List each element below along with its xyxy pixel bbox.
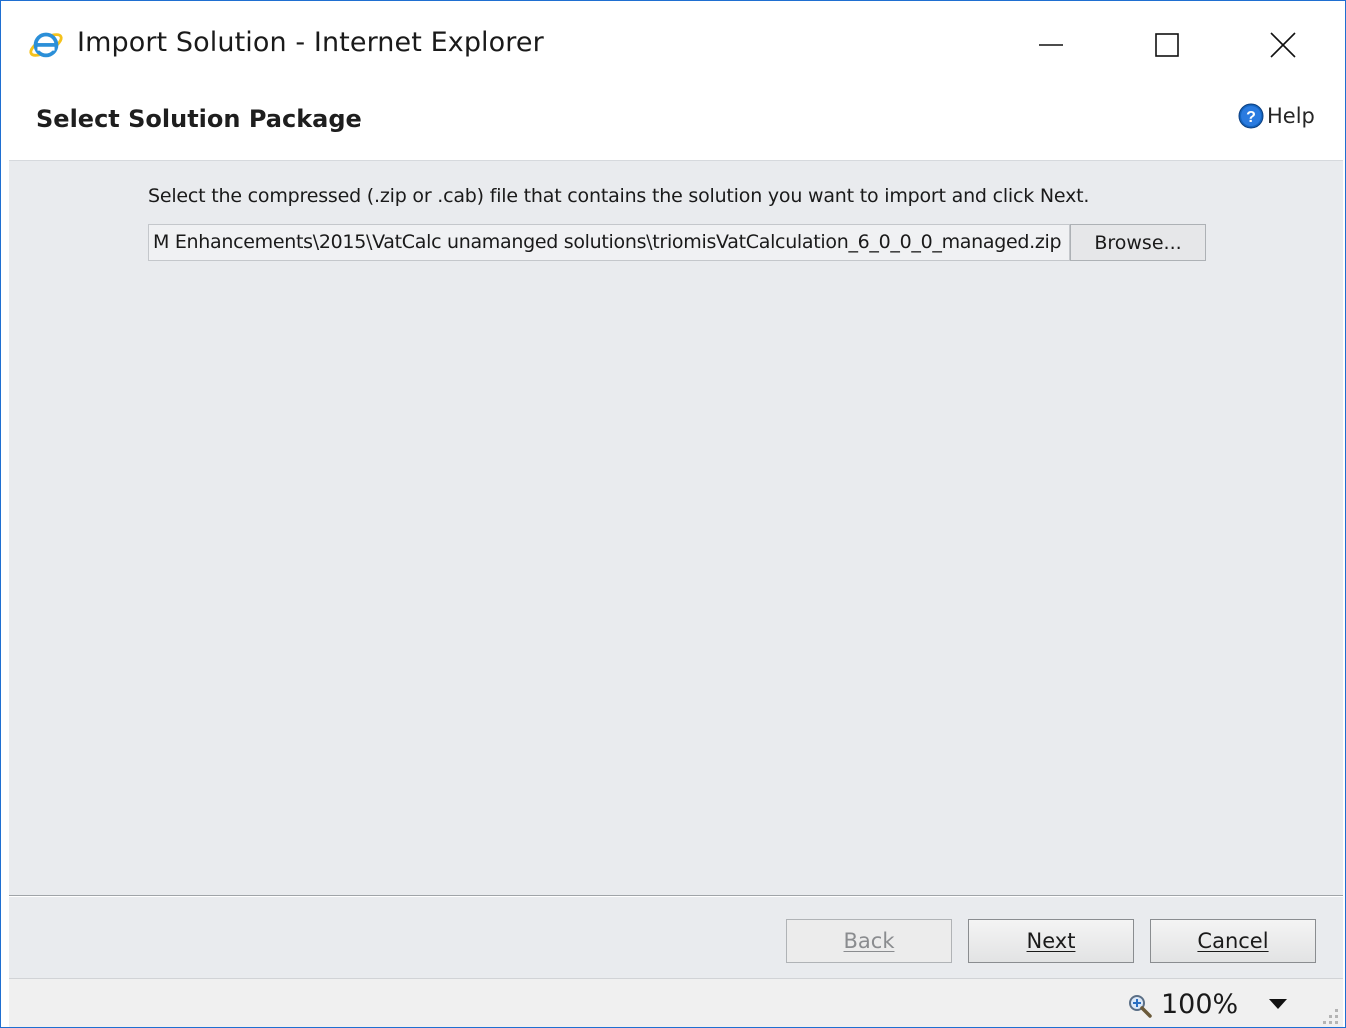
- window-title: Import Solution - Internet Explorer: [77, 27, 544, 58]
- zoom-icon[interactable]: [1127, 993, 1153, 1019]
- zoom-level: 100%: [1161, 989, 1239, 1020]
- internet-explorer-icon: [29, 32, 63, 58]
- help-link[interactable]: ? Help: [1238, 103, 1315, 129]
- content-area: Select the compressed (.zip or .cab) fil…: [9, 161, 1343, 896]
- close-button[interactable]: [1253, 15, 1313, 75]
- cancel-label: Cancel: [1197, 929, 1269, 953]
- status-bar: 100%: [9, 979, 1343, 1027]
- minimize-button[interactable]: [1021, 15, 1081, 75]
- maximize-button[interactable]: [1137, 15, 1197, 75]
- maximize-icon: [1155, 33, 1179, 57]
- next-button[interactable]: Next: [968, 919, 1134, 963]
- close-icon: [1270, 32, 1296, 58]
- resize-grip-icon[interactable]: [1319, 1005, 1341, 1027]
- browse-button[interactable]: Browse...: [1070, 224, 1206, 261]
- page-header: Select Solution Package ? Help: [9, 89, 1343, 161]
- help-icon: ?: [1238, 103, 1264, 129]
- cancel-button[interactable]: Cancel: [1150, 919, 1316, 963]
- minimize-icon: [1039, 44, 1063, 46]
- button-bar: Back Next Cancel: [9, 897, 1343, 979]
- svg-text:?: ?: [1246, 109, 1256, 126]
- title-bar: Import Solution - Internet Explorer: [1, 1, 1345, 89]
- next-label: Next: [1026, 929, 1076, 953]
- instruction-text: Select the compressed (.zip or .cab) fil…: [148, 185, 1090, 207]
- ie-dialog-window: Import Solution - Internet Explorer Sele…: [0, 0, 1346, 1028]
- back-label: Back: [843, 929, 895, 953]
- back-button[interactable]: Back: [786, 919, 952, 963]
- help-label[interactable]: Help: [1267, 104, 1315, 128]
- file-path-input[interactable]: M Enhancements\2015\VatCalc unamanged so…: [148, 224, 1070, 261]
- page-title: Select Solution Package: [36, 105, 362, 133]
- chevron-down-icon[interactable]: [1267, 997, 1289, 1011]
